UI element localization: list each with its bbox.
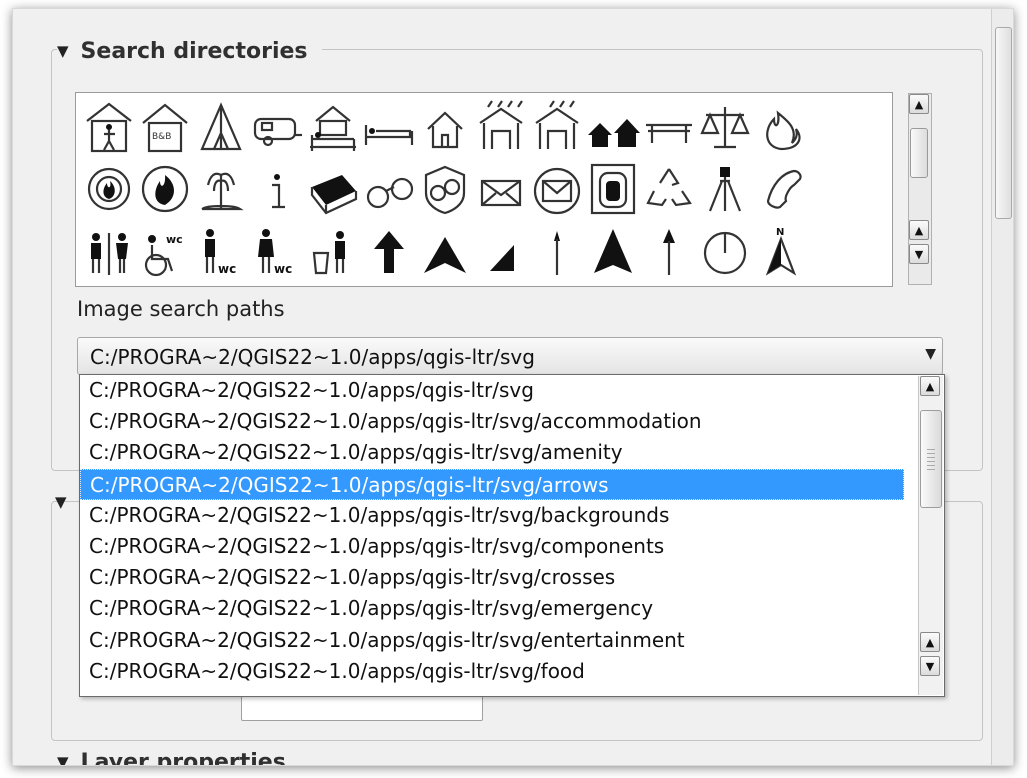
hotel-icon[interactable] <box>306 99 360 155</box>
dropdown-option[interactable]: C:/PROGRA~2/QGIS22~1.0/apps/qgis-ltr/svg… <box>80 656 904 687</box>
scroll-up-button[interactable]: ▲ <box>920 376 940 396</box>
dropdown-scrollbar[interactable]: ▲ ▲ ▼ <box>918 376 943 695</box>
house-icon[interactable] <box>418 99 472 155</box>
dropdown-option[interactable]: C:/PROGRA~2/QGIS22~1.0/apps/qgis-ltr/svg… <box>80 500 904 531</box>
toilets-icon[interactable] <box>82 223 136 279</box>
tent-icon[interactable] <box>194 99 248 155</box>
handcuffs-icon[interactable] <box>362 161 416 217</box>
envelope-icon[interactable] <box>474 161 528 217</box>
book-icon[interactable] <box>306 161 360 217</box>
grip-icon <box>927 449 935 471</box>
svg-text:wc: wc <box>166 233 183 246</box>
survey-point-icon[interactable] <box>698 161 752 217</box>
svg-text:B&B: B&B <box>152 132 171 142</box>
fire-station-icon[interactable] <box>138 161 192 217</box>
image-search-paths-combo[interactable]: C:/PROGRA~2/QGIS22~1.0/apps/qgis-ltr/svg… <box>77 337 943 375</box>
partially-hidden-field[interactable] <box>241 693 483 721</box>
dropdown-option[interactable]: C:/PROGRA~2/QGIS22~1.0/apps/qgis-ltr/svg… <box>80 468 904 500</box>
bench-icon[interactable] <box>642 99 696 155</box>
collapse-triangle-icon[interactable]: ▼ <box>57 42 69 60</box>
svg-icon-grid[interactable]: B&B wc wc wc N <box>75 92 893 287</box>
search-directories-title: Search directories <box>80 38 308 64</box>
arrow-triangle-icon[interactable] <box>586 223 640 279</box>
fountain-icon[interactable] <box>194 161 248 217</box>
information-icon[interactable] <box>250 161 304 217</box>
female-wc-icon[interactable]: wc <box>250 223 304 279</box>
svg-text:wc: wc <box>274 262 292 276</box>
collapse-triangle-icon[interactable]: ▼ <box>55 493 67 511</box>
symbol-properties-window: ▼ Search directories B&B wc wc wc N ▲ ▲ ▼ I… <box>12 8 1014 766</box>
arrow-bold-icon[interactable] <box>362 223 416 279</box>
dropdown-scrollbar-thumb[interactable] <box>920 410 942 508</box>
compass-circle-icon[interactable] <box>698 223 752 279</box>
dropdown-option[interactable]: C:/PROGRA~2/QGIS22~1.0/apps/qgis-ltr/svg <box>80 375 904 406</box>
scroll-down-button[interactable]: ▼ <box>909 244 929 264</box>
icon-row: wc wc wc N <box>82 219 808 279</box>
arrow-half-icon[interactable] <box>474 223 528 279</box>
north-arrow-icon[interactable]: N <box>754 223 808 279</box>
panel-scrollbar-thumb[interactable] <box>995 27 1012 219</box>
two-houses-icon[interactable] <box>586 99 640 155</box>
dropdown-option[interactable]: C:/PROGRA~2/QGIS22~1.0/apps/qgis-ltr/svg… <box>80 437 904 468</box>
recycling-icon[interactable] <box>642 161 696 217</box>
collapse-triangle-icon[interactable]: ▼ <box>57 753 69 765</box>
bottom-section-title: Layer properties <box>80 751 286 766</box>
bottom-section-header[interactable]: ▼ Layer properties <box>57 751 286 766</box>
chevron-down-icon[interactable]: ▼ <box>925 346 936 362</box>
caravan-icon[interactable] <box>250 99 304 155</box>
shelter-rain-icon[interactable] <box>474 99 528 155</box>
fire-brigade-icon[interactable] <box>82 161 136 217</box>
post-office-icon[interactable] <box>530 161 584 217</box>
search-paths-dropdown-list[interactable]: C:/PROGRA~2/QGIS22~1.0/apps/qgis-ltr/svg… <box>79 374 945 697</box>
arrow-thin-icon[interactable] <box>530 223 584 279</box>
dropdown-option[interactable]: C:/PROGRA~2/QGIS22~1.0/apps/qgis-ltr/svg… <box>80 593 904 624</box>
telephone-icon[interactable] <box>754 161 808 217</box>
dropdown-option[interactable]: C:/PROGRA~2/QGIS22~1.0/apps/qgis-ltr/svg… <box>80 625 904 656</box>
male-wc-icon[interactable]: wc <box>194 223 248 279</box>
combo-selected-value: C:/PROGRA~2/QGIS22~1.0/apps/qgis-ltr/svg <box>90 345 535 369</box>
fire-icon[interactable] <box>754 99 808 155</box>
dropdown-options: C:/PROGRA~2/QGIS22~1.0/apps/qgis-ltr/svg… <box>80 375 944 687</box>
svg-text:N: N <box>776 227 784 238</box>
dropdown-option[interactable]: C:/PROGRA~2/QGIS22~1.0/apps/qgis-ltr/svg… <box>80 562 904 593</box>
arrow-chevron-icon[interactable] <box>418 223 472 279</box>
dropdown-option[interactable]: C:/PROGRA~2/QGIS22~1.0/apps/qgis-ltr/svg… <box>80 406 904 437</box>
hiker-shelter-icon[interactable] <box>82 99 136 155</box>
scroll-down-button[interactable]: ▼ <box>920 656 940 676</box>
courthouse-scales-icon[interactable] <box>698 99 752 155</box>
panel-scrollbar[interactable] <box>991 9 1013 765</box>
icon-row <box>82 157 808 217</box>
police-badge-icon[interactable] <box>418 161 472 217</box>
dropdown-option[interactable]: C:/PROGRA~2/QGIS22~1.0/apps/qgis-ltr/svg… <box>80 531 904 562</box>
svg-text:wc: wc <box>218 262 236 276</box>
scroll-up-button[interactable]: ▲ <box>909 220 929 240</box>
scroll-up-button[interactable]: ▲ <box>909 94 929 114</box>
search-directories-header[interactable]: ▼ Search directories <box>57 37 322 65</box>
wheelchair-wc-icon[interactable]: wc <box>138 223 192 279</box>
shelter-icon[interactable] <box>530 99 584 155</box>
icon-grid-scrollbar-thumb[interactable] <box>910 128 928 178</box>
waste-basket-icon[interactable] <box>306 223 360 279</box>
icon-row: B&B <box>82 95 808 155</box>
icon-grid-scrollbar[interactable]: ▲ ▲ ▼ <box>908 93 932 285</box>
bed-icon[interactable] <box>362 99 416 155</box>
bed-and-breakfast-icon[interactable]: B&B <box>138 99 192 155</box>
image-search-paths-label: Image search paths <box>77 297 285 321</box>
arrow-line-icon[interactable] <box>642 223 696 279</box>
emergency-phone-box-icon[interactable] <box>586 161 640 217</box>
scroll-up-button[interactable]: ▲ <box>920 632 940 652</box>
